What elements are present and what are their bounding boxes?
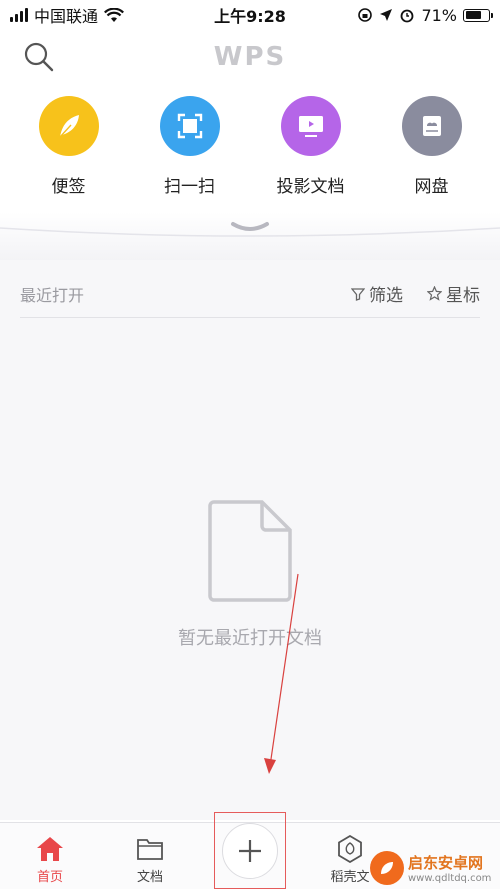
tab-label: 文档 [136,870,163,885]
watermark: 启东安卓网 www.qdltdq.com [370,846,500,889]
location-icon [380,9,393,21]
create-button-highlight [214,812,286,889]
quick-action-label: 网盘 [414,177,449,197]
star-button[interactable]: 星标 [427,281,480,306]
star-label: 星标 [446,286,480,306]
plus-icon [239,839,261,862]
watermark-url: www.qdltdq.com [408,872,492,884]
alarm-icon [401,9,414,23]
status-left: 中国联通 [10,3,124,27]
battery-percent: 71% [421,5,457,25]
quick-action-label: 投影文档 [276,177,345,197]
cloud-disk-icon [401,96,462,156]
tab-label: 稻壳文 [330,870,370,885]
create-button[interactable] [222,822,278,879]
quick-action-label: 便签 [51,177,86,197]
wifi-icon [104,7,124,22]
rotation-lock-icon [358,8,373,22]
watermark-logo-icon [370,850,404,885]
recent-header: 最近打开 筛选 星标 [20,270,480,318]
app-logo: WPS [213,42,287,72]
battery-fill [465,11,482,19]
filter-label: 筛选 [369,286,403,306]
quick-action-cloud-disk[interactable]: 网盘 [377,96,487,206]
filter-button[interactable]: 筛选 [351,281,403,306]
status-right: 71% [357,5,493,25]
projection-icon [280,96,341,156]
quick-action-projection[interactable]: 投影文档 [256,96,366,206]
signal-icon [10,8,28,22]
watermark-text: 启东安卓网 www.qdltdq.com [408,852,491,884]
empty-document-icon [208,500,292,602]
quick-action-label: 扫一扫 [164,177,215,197]
quick-action-scan[interactable]: 扫一扫 [135,96,245,206]
quick-actions: 便签 扫一扫 投影文档 网盘 [0,96,500,206]
recent-actions: 筛选 星标 [351,281,480,306]
carrier-name: 中国联通 [34,7,99,26]
battery-icon [463,8,493,22]
empty-state-text: 暂无最近打开文档 [178,628,322,649]
quick-action-notes[interactable]: 便签 [14,96,124,206]
scan-icon [159,96,220,156]
tab-label: 首页 [36,870,63,885]
status-bar: 中国联通 上午9:28 71% [0,0,500,30]
status-time: 上午9:28 [214,7,286,26]
tab-home[interactable]: 首页 [10,823,90,889]
chevron-down-icon[interactable] [230,220,270,236]
feather-icon [38,96,99,156]
header: WPS [0,30,500,84]
watermark-title: 启东安卓网 [408,853,484,872]
star-icon [427,286,442,301]
tab-docs[interactable]: 文档 [110,823,190,889]
folder-icon [137,839,163,860]
search-icon[interactable] [22,40,56,74]
home-icon [37,837,63,861]
daoke-icon [338,835,362,863]
recent-title: 最近打开 [20,285,85,305]
filter-icon [351,287,365,301]
